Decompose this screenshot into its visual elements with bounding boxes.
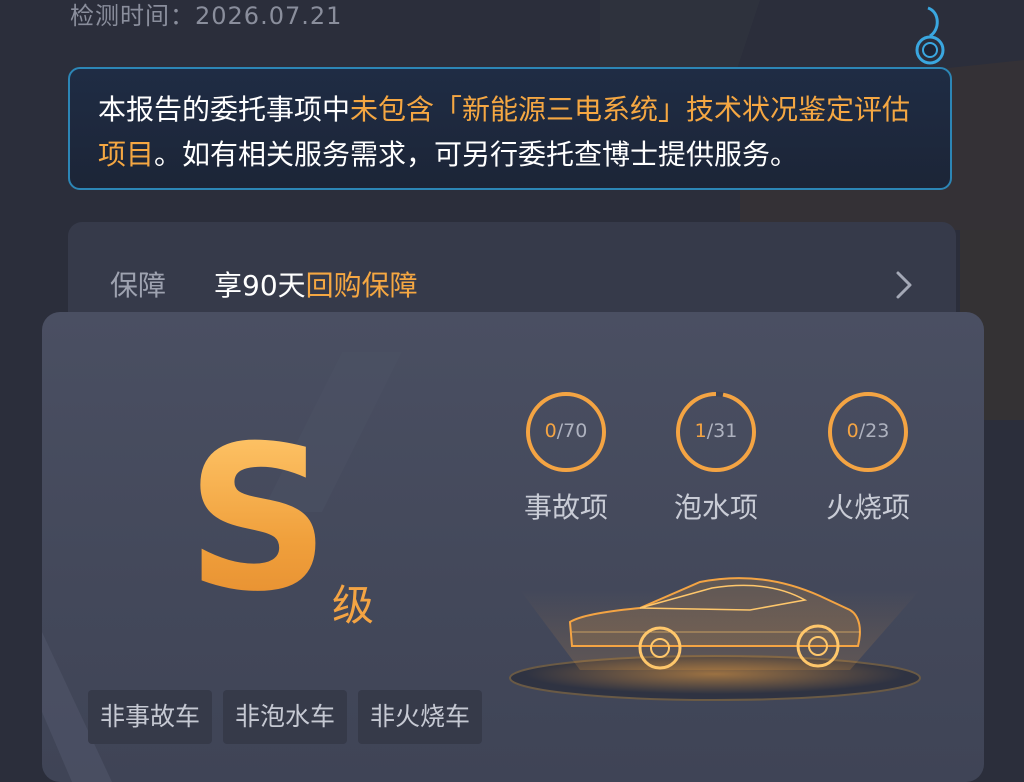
stat-count-total: /31 xyxy=(706,420,738,442)
stat-count-total: /70 xyxy=(556,420,588,442)
stat-count-total: /23 xyxy=(858,420,890,442)
service-notice: 本报告的委托事项中未包含「新能源三电系统」技术状况鉴定评估项目。如有相关服务需求… xyxy=(68,67,952,190)
chevron-right-icon[interactable] xyxy=(894,270,914,300)
car-hologram-icon xyxy=(509,577,921,701)
stat-count-value: 1 xyxy=(694,420,707,442)
grade-suffix: 级 xyxy=(332,581,375,630)
stat-count: 0/70 xyxy=(524,420,608,442)
inspection-time: 检测时间：2026.07.21 xyxy=(70,0,342,31)
inspection-time-value: 2026.07.21 xyxy=(195,2,343,30)
stat-fire[interactable]: 0/23 火烧项 xyxy=(826,390,910,526)
clip-icon xyxy=(915,6,945,65)
stat-label: 泡水项 xyxy=(674,491,759,524)
grade-letter: S xyxy=(186,403,331,636)
stat-label: 火烧项 xyxy=(826,491,911,524)
stat-flood[interactable]: 1/31 泡水项 xyxy=(674,390,758,526)
guarantee-text-highlight: 回购保障 xyxy=(305,269,418,302)
inspection-time-label: 检测时间： xyxy=(70,2,195,30)
notice-text-2: 。如有相关服务需求，可另行委托查博士提供服务。 xyxy=(154,138,799,171)
stat-count-value: 0 xyxy=(544,420,557,442)
tag-non-flood: 非泡水车 xyxy=(223,690,348,744)
tag-non-accident: 非事故车 xyxy=(88,690,213,744)
tag-non-fire: 非火烧车 xyxy=(358,690,483,744)
stat-accident[interactable]: 0/70 事故项 xyxy=(524,390,608,526)
stat-label: 事故项 xyxy=(524,491,609,524)
stat-count: 0/23 xyxy=(826,420,910,442)
stat-count-value: 0 xyxy=(846,420,859,442)
guarantee-text-prefix: 享90天 xyxy=(214,269,306,302)
stat-count: 1/31 xyxy=(674,420,758,442)
guarantee-label: 保障 xyxy=(110,269,167,302)
guarantee-text: 享90天回购保障 xyxy=(214,264,418,304)
notice-text-1: 本报告的委托事项中 xyxy=(98,93,351,126)
